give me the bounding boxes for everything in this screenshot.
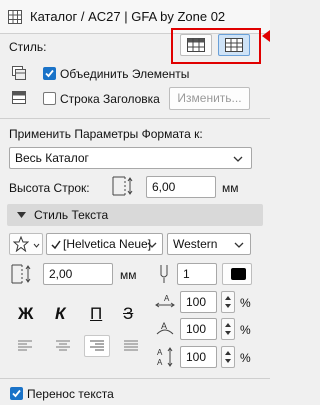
text-style-section-header[interactable]: Стиль Текста — [7, 204, 263, 226]
table-grid-icon — [225, 38, 243, 52]
align-right-button[interactable] — [84, 335, 110, 357]
line-spacing-stepper[interactable] — [221, 346, 235, 368]
char-spacing-percent: % — [240, 323, 251, 337]
width-scale-value: 100 — [186, 295, 207, 309]
script-select[interactable]: Western — [167, 233, 251, 255]
line-spacing-value: 100 — [186, 350, 207, 364]
pen-number-input[interactable]: 1 — [177, 263, 217, 285]
text-size-input[interactable]: 2,00 — [43, 263, 113, 285]
line-spacing-icon: AA — [155, 347, 175, 367]
header-row-icon — [12, 91, 26, 104]
char-spacing-input[interactable]: 100 — [180, 318, 217, 340]
chevron-down-icon — [233, 156, 243, 162]
check-icon — [45, 69, 54, 78]
table-grid-icon — [187, 38, 205, 52]
text-style-header-label: Стиль Текста — [34, 208, 109, 222]
font-select[interactable]: [Helvetica Neue] — [46, 233, 163, 255]
char-spacing-value: 100 — [186, 322, 207, 336]
svg-text:A: A — [157, 358, 163, 367]
row-height-value: 6,00 — [152, 180, 176, 194]
text-size-value: 2,00 — [49, 267, 73, 281]
merge-elements-icon — [12, 66, 26, 80]
style-label: Стиль: — [9, 40, 47, 54]
pen-color-fill — [231, 268, 246, 280]
checkmark-icon — [51, 240, 61, 250]
window-title: Каталог / AC27 | GFA by Zone 02 — [30, 9, 226, 24]
merge-elements-label[interactable]: Объединить Элементы — [60, 67, 189, 81]
modify-button-label: Изменить... — [177, 91, 242, 105]
script-value: Western — [173, 237, 218, 251]
favorites-star-button[interactable] — [9, 233, 43, 255]
row-height-icon — [112, 176, 134, 196]
line-spacing-percent: % — [240, 351, 251, 365]
table-style-button-2[interactable] — [218, 34, 250, 56]
stepper-arrows-icon — [225, 351, 231, 363]
wrap-text-label[interactable]: Перенос текста — [27, 387, 114, 401]
line-spacing-input[interactable]: 100 — [180, 346, 217, 368]
svg-text:A: A — [164, 294, 170, 303]
pen-color-swatch[interactable] — [222, 263, 252, 285]
table-icon — [8, 10, 22, 24]
header-row-checkbox[interactable] — [43, 92, 56, 105]
text-size-unit: мм — [120, 268, 137, 282]
char-spacing-icon: A — [155, 320, 175, 338]
apply-format-value: Весь Каталог — [15, 151, 89, 165]
width-scale-percent: % — [240, 296, 251, 310]
modify-button[interactable]: Изменить... — [169, 87, 250, 110]
header-row-label[interactable]: Строка Заголовка — [60, 92, 160, 106]
pen-number-value: 1 — [183, 267, 190, 281]
align-center-icon[interactable] — [56, 340, 70, 352]
chevron-down-icon — [33, 243, 40, 248]
divider — [0, 378, 270, 379]
width-scale-stepper[interactable] — [221, 291, 235, 313]
check-icon — [12, 389, 21, 398]
bold-button[interactable]: Ж — [18, 304, 33, 324]
char-spacing-stepper[interactable] — [221, 318, 235, 340]
apply-format-select[interactable]: Весь Каталог — [9, 147, 252, 169]
row-height-label: Высота Строк: — [9, 181, 90, 195]
align-right-icon — [90, 340, 104, 351]
divider — [0, 118, 270, 119]
underline-button[interactable]: П — [90, 304, 102, 324]
row-height-unit: мм — [222, 181, 239, 195]
width-scale-input[interactable]: 100 — [180, 291, 217, 313]
wrap-text-checkbox[interactable] — [10, 387, 23, 400]
table-style-button-1[interactable] — [180, 34, 212, 56]
triangle-down-icon — [17, 212, 26, 218]
star-icon — [13, 236, 29, 252]
apply-format-label: Применить Параметры Формата к: — [9, 127, 203, 141]
chevron-down-icon — [147, 242, 157, 248]
text-size-icon — [11, 264, 33, 284]
merge-elements-checkbox[interactable] — [43, 67, 56, 80]
svg-text:A: A — [157, 348, 163, 357]
italic-button[interactable]: К — [55, 304, 65, 324]
align-left-icon[interactable] — [18, 340, 32, 352]
stepper-arrows-icon — [225, 323, 231, 335]
pen-icon — [158, 264, 170, 284]
row-height-input[interactable]: 6,00 — [146, 176, 216, 198]
strikethrough-button[interactable]: З — [123, 304, 133, 324]
svg-text:A: A — [161, 321, 167, 331]
panel-edge-marker — [262, 30, 270, 42]
width-scale-icon: A — [155, 293, 175, 311]
font-value: [Helvetica Neue] — [63, 237, 152, 251]
chevron-down-icon — [234, 242, 244, 248]
align-justify-icon[interactable] — [124, 340, 138, 352]
stepper-arrows-icon — [225, 296, 231, 308]
